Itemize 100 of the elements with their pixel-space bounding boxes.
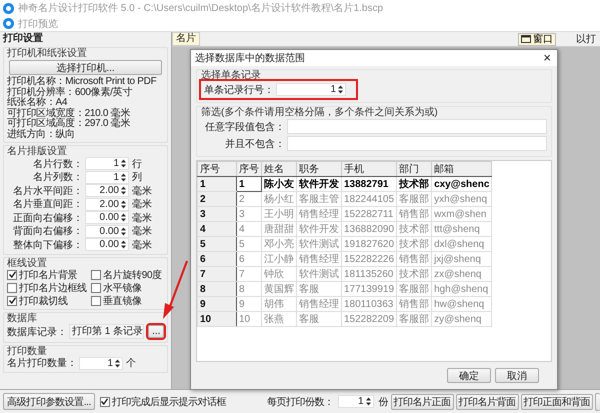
checkbox[interactable] xyxy=(100,396,110,406)
dialog-title: 选择数据库中的数据范围 xyxy=(195,52,305,65)
field-label: 每页打印份数： xyxy=(267,396,334,408)
row-header[interactable]: 6 xyxy=(198,252,236,266)
table-cell: 152282711 xyxy=(342,206,397,222)
table-cell: 客服部 xyxy=(396,312,432,326)
group-title: 打印机和纸张设置 xyxy=(7,48,88,59)
number-field[interactable]: 1 xyxy=(85,170,129,184)
checkbox-label: 名片旋转90度 xyxy=(102,268,162,282)
table-cell: 191827620 xyxy=(342,236,397,252)
checkbox[interactable] xyxy=(7,296,17,306)
row-header[interactable]: 8 xyxy=(198,282,236,296)
number-field[interactable]: 2.00 xyxy=(85,184,129,198)
column-header[interactable]: 姓名 xyxy=(262,162,296,176)
field-label: 单条记录行号： xyxy=(204,84,274,96)
checkbox[interactable] xyxy=(90,296,101,306)
group-title: 名片排版设置 xyxy=(7,146,68,157)
input-field[interactable] xyxy=(287,136,547,151)
spin-arrows-icon xyxy=(366,397,370,406)
table-cell: 技术部 xyxy=(396,266,432,282)
browse-button[interactable]: ... xyxy=(148,325,164,338)
table-cell: 邓小亮 xyxy=(262,236,296,252)
row-header[interactable]: 2 xyxy=(198,192,236,206)
table-cell: 江小静 xyxy=(262,252,296,266)
print-button[interactable]: 打印名片背面 xyxy=(456,394,518,410)
field-label: 并且不包含： xyxy=(224,138,285,150)
table-cell: 销售部 xyxy=(396,252,432,266)
row-header[interactable]: 3 xyxy=(198,206,236,222)
number-field[interactable]: 1 xyxy=(276,83,346,96)
info-text: 打印机名称：Microsoft Print to PDF xyxy=(7,77,158,87)
print-button[interactable]: 打印正面和背面 xyxy=(520,394,593,410)
column-header[interactable]: 序号 xyxy=(236,162,262,176)
checkbox[interactable] xyxy=(7,270,17,280)
number-field[interactable]: 1 xyxy=(85,157,129,170)
advanced-settings-button[interactable]: 高级打印参数设置... xyxy=(3,393,95,410)
unit-label: 个 xyxy=(126,357,136,370)
checkbox-label: 打印裁切线 xyxy=(19,294,68,308)
field-label: 名片打印数量： xyxy=(7,356,77,370)
checkbox[interactable] xyxy=(90,270,101,280)
info-text: 进纸方向：纵向 xyxy=(7,130,76,140)
group-title: 框线设置 xyxy=(7,258,48,268)
group-title: 筛选(多个条件请用空格分隔，多个条件之间关系为或) xyxy=(201,107,439,118)
column-header[interactable]: 邮箱 xyxy=(432,162,492,176)
table-cell: 技术部 xyxy=(396,236,432,252)
column-header[interactable]: 职务 xyxy=(296,162,342,176)
window-button[interactable]: 窗口 xyxy=(518,32,556,46)
table-cell: zx@shenq xyxy=(432,266,492,282)
toolbar-label[interactable]: 以打 xyxy=(576,32,596,46)
table-cell: 2 xyxy=(236,192,262,206)
table-cell: 软件开发 xyxy=(296,176,342,192)
unit-label: 毫米 xyxy=(132,212,152,225)
input-field[interactable] xyxy=(287,119,547,134)
app-title: 神奇名片设计打印软件 5.0 - C:\Users\cuilm\Desktop\名片设计软件教程\名片1.bscp xyxy=(18,2,384,15)
column-header[interactable]: 序号 xyxy=(198,162,236,176)
table-cell: 177139919 xyxy=(342,282,397,296)
info-text: 可打印区域宽度：210.0 毫米 xyxy=(7,108,132,118)
table-cell: 客服 xyxy=(296,312,342,326)
table-cell: 销售经理 xyxy=(296,296,342,312)
annotation-arrow xyxy=(160,259,190,321)
table-cell: yxh@shenq xyxy=(432,192,492,206)
table-cell: 8 xyxy=(236,282,262,296)
preview-tab[interactable]: 名片 xyxy=(172,32,200,46)
field-label: 背面向右偏移： xyxy=(12,224,83,238)
checkbox[interactable] xyxy=(90,282,101,292)
checkbox-label: 垂直镜像 xyxy=(102,294,142,308)
number-field[interactable]: 0.00 xyxy=(85,238,129,252)
number-field[interactable]: 0.00 xyxy=(85,211,129,224)
table-cell: 杨小红 xyxy=(262,192,296,206)
unit-label: 毫米 xyxy=(132,238,152,252)
select-printer-button[interactable]: 选择打印机... xyxy=(9,60,162,75)
column-header[interactable]: 手机 xyxy=(342,162,397,176)
table-cell: 钟欣 xyxy=(262,266,296,282)
dialog-button[interactable]: 取消 xyxy=(495,368,539,383)
field-label: 正面向右偏移： xyxy=(12,212,83,225)
row-header[interactable]: 10 xyxy=(198,312,236,326)
number-field[interactable]: 1 xyxy=(338,395,374,408)
dialog-button[interactable]: 确定 xyxy=(447,368,491,383)
row-header[interactable]: 7 xyxy=(198,266,236,282)
table-cell: 152282226 xyxy=(342,252,397,266)
info-text: 可打印区域高度：297.0 毫米 xyxy=(7,119,132,129)
table-cell: 软件开发 xyxy=(296,222,342,236)
row-header[interactable]: 1 xyxy=(198,176,236,192)
app-icon xyxy=(3,2,14,14)
number-field[interactable]: 0.00 xyxy=(85,224,129,238)
number-field[interactable]: 1 xyxy=(79,356,123,370)
field-label: 名片列数： xyxy=(32,170,83,184)
spin-arrows-icon xyxy=(121,200,126,209)
table-cell: 181135260 xyxy=(342,266,397,282)
table-cell: 180110363 xyxy=(342,296,397,312)
field-label: 数据库记录： xyxy=(7,326,67,338)
row-header[interactable]: 9 xyxy=(198,296,236,312)
spin-arrows-icon xyxy=(115,358,120,368)
row-header[interactable]: 5 xyxy=(198,236,236,252)
print-button[interactable]: 打印名片正面 xyxy=(390,394,454,410)
row-header[interactable]: 4 xyxy=(198,222,236,236)
checkbox[interactable] xyxy=(7,282,17,292)
table-cell: 销售部 xyxy=(396,206,432,222)
column-header[interactable]: 部门 xyxy=(396,162,432,176)
number-field[interactable]: 2.00 xyxy=(85,198,129,211)
close-button[interactable]: × xyxy=(543,51,551,65)
